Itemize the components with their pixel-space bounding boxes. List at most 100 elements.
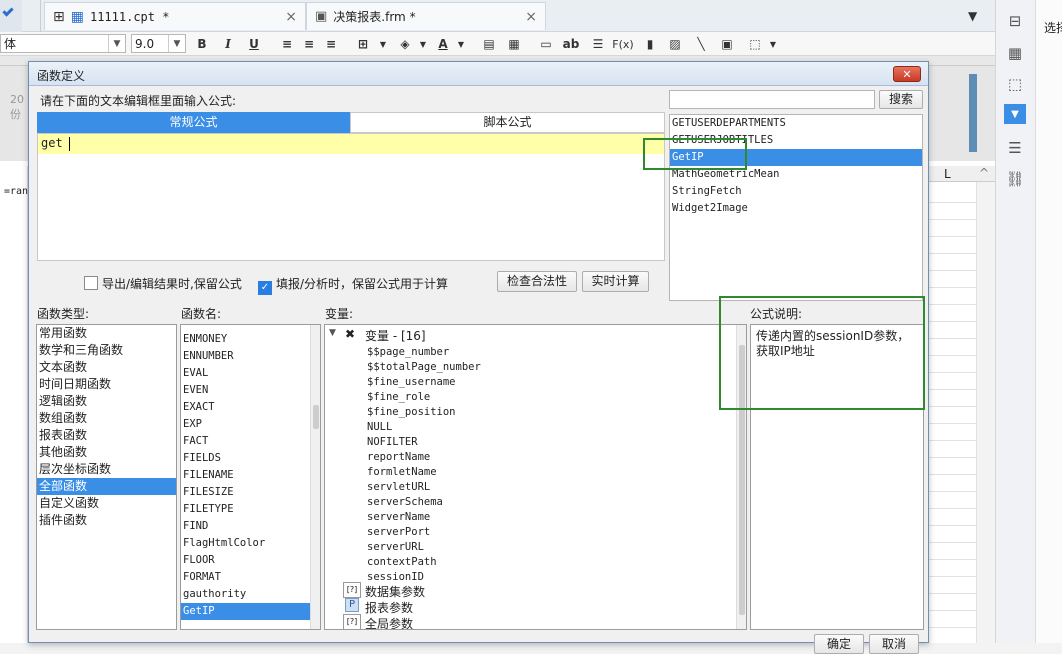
realtime-calc-button[interactable]: 实时计算 xyxy=(582,271,649,292)
list-item[interactable]: FLOOR xyxy=(181,552,320,569)
tab-regular-formula[interactable]: 常规公式 xyxy=(37,112,350,133)
frame-icon[interactable]: ⬚ xyxy=(1004,73,1026,95)
list-item[interactable]: FILETYPE xyxy=(181,501,320,518)
checkbox-unchecked[interactable] xyxy=(84,276,98,290)
sheet-scrollbar[interactable] xyxy=(977,182,995,643)
list-item-selected[interactable]: 全部函数 xyxy=(37,478,176,495)
variable-tree[interactable]: ▼ ✖ 变量 - [16] $$page_number $$totalPage_… xyxy=(324,324,747,630)
tree-group[interactable]: 数据集参数 xyxy=(365,583,425,600)
list-item[interactable]: StringFetch xyxy=(670,183,922,200)
cancel-button[interactable]: 取消 xyxy=(869,634,919,654)
close-icon[interactable]: × xyxy=(285,9,297,25)
func-name-list[interactable]: ENMONEY ENNUMBER EVAL EVEN EXACT EXP FAC… xyxy=(180,324,321,630)
tab-11111-cpt[interactable]: ⊞ ▦ 11111.cpt * × xyxy=(44,2,306,30)
dataset-param-icon: [?] xyxy=(343,582,361,598)
bold-button[interactable]: B xyxy=(191,34,213,54)
list-item[interactable]: FIND xyxy=(181,518,320,535)
dialog-titlebar[interactable]: 函数定义 xyxy=(29,62,928,86)
list-item[interactable]: FILESIZE xyxy=(181,484,320,501)
italic-button[interactable]: I xyxy=(217,34,239,54)
fill-keep-formula-option[interactable]: ✓ 填报/分析时，保留公式用于计算 xyxy=(258,275,448,295)
search-button[interactable]: 搜索 xyxy=(879,90,923,109)
func-type-list[interactable]: 常用函数 数学和三角函数 文本函数 时间日期函数 逻辑函数 数组函数 报表函数 … xyxy=(36,324,177,630)
list-item[interactable]: gauthority xyxy=(181,586,320,603)
list-item[interactable]: 数学和三角函数 xyxy=(37,342,176,359)
ok-button[interactable]: 确定 xyxy=(814,634,864,654)
list-item[interactable]: 插件函数 xyxy=(37,512,176,529)
chevron-down-icon[interactable]: ▼ xyxy=(762,34,784,54)
list-item[interactable]: FORMAT xyxy=(181,569,320,586)
list-item[interactable]: 数组函数 xyxy=(37,410,176,427)
format-toolbar: 体 ▼ 9.0 ▼ B I U ≡ ≡ ≡ ⊞ ▼ ◈ ▼ A ▼ ▤ ▦ ▭ … xyxy=(0,32,995,56)
list-item[interactable]: 逻辑函数 xyxy=(37,393,176,410)
split-cell-icon[interactable]: ▦ xyxy=(503,34,525,54)
list-item[interactable]: FlagHtmlColor xyxy=(181,535,320,552)
formula-button[interactable]: F(x) xyxy=(612,34,634,54)
grid-line xyxy=(929,304,977,305)
list-item[interactable]: 文本函数 xyxy=(37,359,176,376)
list-item-selected[interactable]: GetIP xyxy=(181,603,310,620)
search-input[interactable] xyxy=(669,90,875,109)
font-size-select[interactable]: 9.0 ▼ xyxy=(131,34,186,53)
align-left-icon[interactable]: ≡ xyxy=(276,34,298,54)
list-item[interactable]: 时间日期函数 xyxy=(37,376,176,393)
bar-chart-icon[interactable]: ▮ xyxy=(639,34,661,54)
active-dropdown-icon[interactable]: ▼ xyxy=(1004,104,1026,124)
export-keep-formula-option[interactable]: 导出/编辑结果时,保留公式 xyxy=(84,275,242,292)
list-item[interactable]: EVAL xyxy=(181,365,320,382)
sheet-side-text: 20份 xyxy=(10,93,24,121)
chevron-down-icon[interactable]: ▼ xyxy=(372,34,394,54)
image-icon[interactable]: ▨ xyxy=(664,34,686,54)
formula-editor[interactable]: get xyxy=(37,133,665,261)
grid-line xyxy=(929,202,977,203)
list-item[interactable]: 自定义函数 xyxy=(37,495,176,512)
list-item[interactable]: FIELDS xyxy=(181,450,320,467)
list-item[interactable]: 报表函数 xyxy=(37,427,176,444)
vertical-scrollbar[interactable] xyxy=(310,325,320,629)
app-menu-corner[interactable] xyxy=(0,0,22,32)
merge-cell-icon[interactable]: ▤ xyxy=(478,34,500,54)
align-center-icon[interactable]: ≡ xyxy=(298,34,320,54)
list-item[interactable]: Widget2Image xyxy=(670,200,922,217)
widget-icon[interactable]: ▣ xyxy=(716,34,738,54)
slash-icon[interactable]: ╲ xyxy=(690,34,712,54)
check-validity-button[interactable]: 检查合法性 xyxy=(497,271,577,292)
tree-group[interactable]: 全局参数 xyxy=(365,615,413,629)
close-button[interactable]: ✕ xyxy=(893,66,921,82)
tree-group[interactable]: 报表参数 xyxy=(365,599,413,616)
stack-icon[interactable]: ☰ xyxy=(1004,137,1026,159)
formula-tabs: 常规公式 脚本公式 xyxy=(37,112,665,133)
expand-arrow-icon[interactable]: ▼ xyxy=(329,328,336,338)
tab-decision-report[interactable]: ▣ 决策报表.frm * × xyxy=(306,2,546,30)
close-icon[interactable]: × xyxy=(525,9,537,25)
list-item[interactable]: EXACT xyxy=(181,399,320,416)
tab-script-formula[interactable]: 脚本公式 xyxy=(350,112,665,133)
paragraph-icon[interactable]: ☰ xyxy=(587,34,609,54)
layout-icon[interactable]: ⊟ xyxy=(1004,10,1026,32)
text-tool-button[interactable]: ab xyxy=(560,34,582,54)
list-item[interactable]: FILENAME xyxy=(181,467,320,484)
chevron-down-icon[interactable]: ▼ xyxy=(412,34,434,54)
align-right-icon[interactable]: ≡ xyxy=(320,34,342,54)
variable-root[interactable]: 变量 - [16] xyxy=(365,327,426,344)
widget-settings-icon[interactable]: ▦ xyxy=(1004,42,1026,64)
list-item[interactable]: 其他函数 xyxy=(37,444,176,461)
list-item[interactable]: ENNUMBER xyxy=(181,348,320,365)
chevron-up-icon[interactable]: ^ xyxy=(979,166,989,180)
list-item[interactable]: FACT xyxy=(181,433,320,450)
list-item[interactable]: EXP xyxy=(181,416,320,433)
chevron-down-icon[interactable]: ▼ xyxy=(450,34,472,54)
font-name-select[interactable]: 体 ▼ xyxy=(0,34,126,53)
list-item[interactable]: ENMONEY xyxy=(181,331,320,348)
scrollbar-thumb[interactable] xyxy=(313,405,319,429)
link-icon[interactable]: ⛓ xyxy=(1004,168,1026,190)
list-item[interactable]: 层次坐标函数 xyxy=(37,461,176,478)
tab-menu-icon[interactable]: ▼ xyxy=(968,9,982,23)
list-item[interactable]: 常用函数 xyxy=(37,325,176,342)
border-icon[interactable]: ⊞ xyxy=(352,34,374,54)
checkbox-checked[interactable]: ✓ xyxy=(258,281,272,295)
underline-button[interactable]: U xyxy=(243,34,265,54)
list-item[interactable]: EVEN xyxy=(181,382,320,399)
list-item[interactable]: GETUSERDEPARTMENTS xyxy=(670,115,922,132)
insert-text-icon[interactable]: ▭ xyxy=(535,34,557,54)
